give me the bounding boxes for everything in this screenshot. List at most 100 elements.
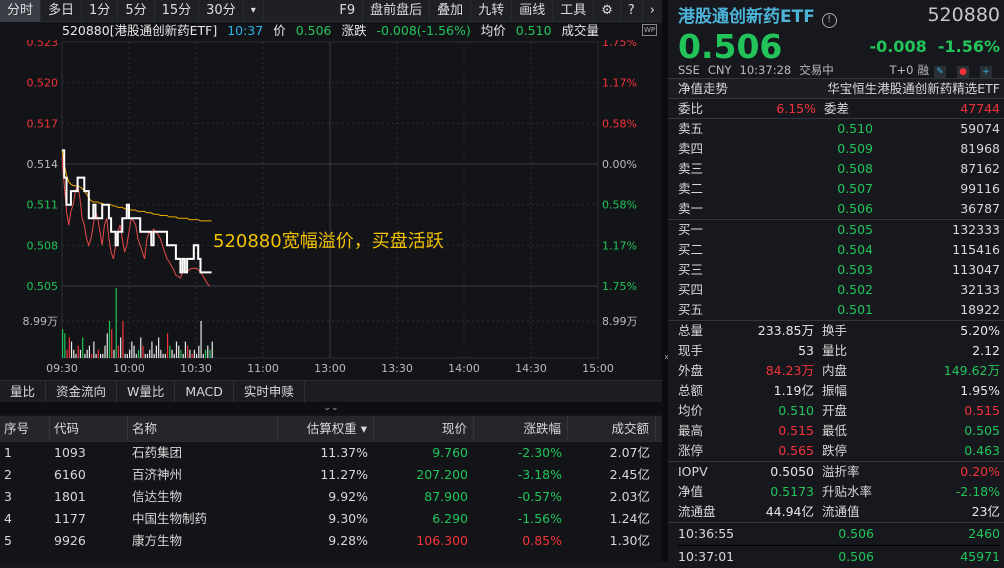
row-amount: 2.07亿	[609, 445, 650, 460]
volume-label: 成交量	[561, 23, 600, 38]
y-tick-label: 0.508	[27, 239, 59, 252]
tick-price: 0.506	[838, 526, 874, 541]
volume-bar	[77, 345, 79, 358]
tools-button[interactable]: 工具	[553, 0, 595, 22]
f9-button[interactable]: F9	[332, 0, 364, 22]
table-row[interactable]: 1 1093 石药集团 11.37% 9.760 -2.30% 2.07亿	[0, 442, 662, 464]
tab-15min[interactable]: 15分	[155, 0, 200, 22]
next-icon[interactable]: ›	[643, 0, 662, 22]
stat-value: 2.12	[972, 343, 1000, 358]
volume-bar	[111, 329, 113, 358]
tab-realtime-redemption[interactable]: 实时申赎	[234, 381, 305, 402]
volume-bar	[155, 345, 157, 358]
table-row[interactable]: 5 9926 康方生物 9.28% 106.300 0.85% 1.30亿	[0, 530, 662, 552]
table-row[interactable]: 4 1177 中国生物制药 9.30% 6.290 -1.56% 1.24亿	[0, 508, 662, 530]
volume-bar	[151, 341, 153, 358]
more-periods-dropdown[interactable]: ▾	[244, 0, 264, 22]
tab-30min[interactable]: 30分	[199, 0, 244, 22]
volume-bar	[122, 320, 124, 358]
stat-value: 0.565	[778, 443, 814, 458]
stat-value: 5.20%	[960, 323, 1000, 338]
ask-level[interactable]: 卖四 0.509 81968	[678, 139, 1000, 159]
stat-label: 开盘	[822, 403, 848, 418]
wp-icon[interactable]: WP	[642, 24, 658, 36]
price-change: -0.008	[869, 36, 927, 56]
add-icon[interactable]: +	[980, 66, 992, 78]
ask-level[interactable]: 卖五 0.510 59074	[678, 119, 1000, 139]
volume-bar	[104, 345, 106, 358]
x-tick-label: 14:00	[448, 362, 480, 375]
stat-row: IOPV 0.5050 溢折率 0.20%	[678, 462, 1000, 482]
table-row[interactable]: 3 1801 信达生物 9.92% 87.900 -0.57% 2.03亿	[0, 486, 662, 508]
tab-fund-flow[interactable]: 资金流向	[46, 381, 118, 402]
quote-time: 10:37:28	[739, 63, 792, 77]
alert-bell-icon[interactable]: ●	[957, 66, 969, 78]
level-label: 卖三	[678, 161, 704, 176]
pct-tick-label: 1.75%	[602, 40, 637, 49]
tab-5min[interactable]: 5分	[118, 0, 155, 22]
stat-label: 量比	[822, 343, 848, 358]
row-weight: 9.28%	[328, 533, 368, 548]
stat-label: 升贴水率	[822, 484, 873, 499]
stat-row: 总量 233.85万 换手 5.20%	[678, 321, 1000, 341]
constituents-table: 序号 代码 名称 估算权重 ▾ 现价 涨跌幅 成交额 1 1093 石药集团 1…	[0, 416, 662, 552]
volume-bar	[115, 288, 117, 358]
bid-level[interactable]: 买二 0.504 115416	[678, 240, 1000, 260]
tab-1min[interactable]: 1分	[82, 0, 119, 22]
col-name[interactable]: 名称	[128, 416, 278, 441]
gear-icon[interactable]: ⚙	[594, 0, 621, 22]
tab-multiday[interactable]: 多日	[41, 0, 83, 22]
help-icon[interactable]: ?	[621, 0, 643, 22]
collapse-toggle[interactable]: ⌄⌄	[0, 402, 662, 414]
volume-bar	[164, 353, 166, 358]
fund-full-name: 华宝恒生港股通创新药精选ETF	[827, 81, 1000, 96]
premarket-button[interactable]: 盘前盘后	[363, 0, 431, 22]
stat-value: 0.5173	[770, 484, 814, 499]
volume-bar	[70, 341, 73, 358]
nine-turn-button[interactable]: 九转	[471, 0, 513, 22]
level-price: 0.509	[837, 141, 873, 156]
col-weight[interactable]: 估算权重 ▾	[278, 416, 374, 441]
bid-level[interactable]: 买五 0.501 18922	[678, 300, 1000, 320]
ask-level[interactable]: 卖一 0.506 36787	[678, 199, 1000, 219]
bid-level[interactable]: 买三 0.503 113047	[678, 260, 1000, 280]
volume-bar	[160, 349, 162, 358]
pct-tick-label: 0.00%	[602, 158, 637, 171]
draw-button[interactable]: 画线	[512, 0, 554, 22]
col-no[interactable]: 序号	[0, 416, 50, 441]
tab-macd[interactable]: MACD	[175, 381, 234, 402]
volume-bar	[82, 337, 84, 358]
volume-bar	[184, 341, 187, 358]
stat-label: 最高	[678, 423, 704, 438]
volume-bar	[79, 349, 82, 358]
col-amount[interactable]: 成交额	[568, 416, 656, 441]
volume-bar	[108, 320, 111, 358]
tab-volume-ratio[interactable]: 量比	[0, 381, 47, 402]
level-label: 买四	[678, 282, 704, 297]
stat-value: 23亿	[971, 504, 1000, 519]
level-price: 0.504	[837, 242, 873, 257]
stat-row: 外盘 84.23万 内盘 149.62万	[678, 361, 1000, 381]
col-code[interactable]: 代码	[50, 416, 128, 441]
intraday-chart[interactable]: 0.523 1.75% 0.520 1.17% 0.517 0.58% 0.514 0.00%…	[0, 40, 662, 380]
nav-trend-link[interactable]: 净值走势	[678, 79, 728, 98]
tab-w-volume-ratio[interactable]: W量比	[117, 381, 176, 402]
ask-level[interactable]: 卖三 0.508 87162	[678, 159, 1000, 179]
volume-bar	[64, 333, 66, 358]
bid-level[interactable]: 买四 0.502 32133	[678, 280, 1000, 300]
volume-bar	[62, 329, 64, 358]
overlay-button[interactable]: 叠加	[430, 0, 472, 22]
level-label: 卖二	[678, 181, 704, 196]
col-price[interactable]: 现价	[374, 416, 474, 441]
row-no: 1	[4, 445, 12, 460]
edit-icon[interactable]: ✎	[934, 66, 946, 78]
bid-level[interactable]: 买一 0.505 132333	[678, 220, 1000, 240]
security-title: 520880[港股通创新药ETF]	[62, 23, 218, 38]
info-icon[interactable]: !	[821, 13, 837, 28]
table-row[interactable]: 2 6160 百济神州 11.27% 207.200 -3.18% 2.45亿	[0, 464, 662, 486]
tab-intraday[interactable]: 分时	[0, 0, 42, 22]
col-change[interactable]: 涨跌幅	[474, 416, 568, 441]
ask-level[interactable]: 卖二 0.507 99116	[678, 179, 1000, 199]
stat-label: 净值	[678, 484, 704, 499]
avg-label: 均价	[480, 23, 506, 38]
